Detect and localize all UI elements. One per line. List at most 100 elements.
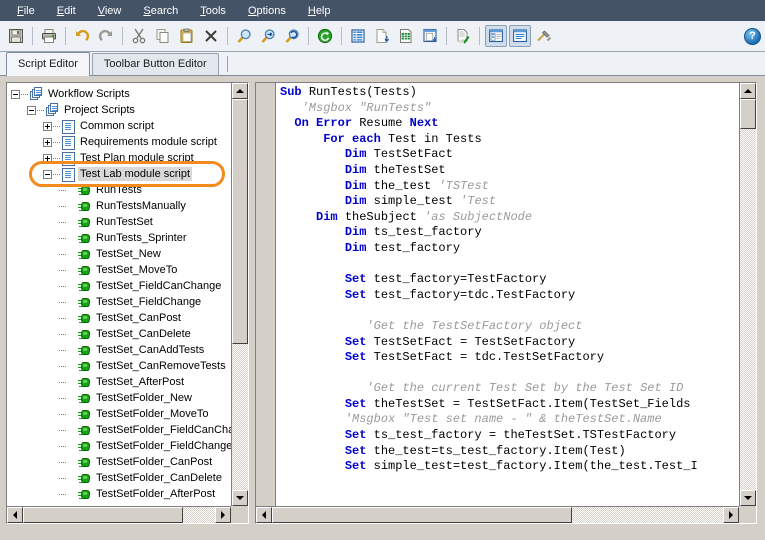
validate-icon[interactable]: [452, 25, 474, 47]
tree-node[interactable]: RunTests_Sprinter: [7, 230, 231, 246]
show-tree-pane-icon[interactable]: [485, 25, 507, 47]
tree-node[interactable]: Project Scripts: [7, 102, 231, 118]
tree-node[interactable]: TestSet_FieldChange: [7, 294, 231, 310]
tree-connector: [59, 462, 66, 463]
tree-collapse-icon[interactable]: [27, 106, 36, 115]
tree-connector: [21, 94, 28, 95]
tools-icon[interactable]: [533, 25, 555, 47]
menu-item-search[interactable]: Search: [132, 3, 189, 19]
menu-item-options[interactable]: Options: [237, 3, 297, 19]
tree-node[interactable]: TestSet_CanAddTests: [7, 342, 231, 358]
code-line: 'Get the current Test Set by the Test Se…: [280, 381, 739, 397]
tree-node[interactable]: TestSetFolder_FieldCanChange: [7, 422, 231, 438]
tree-node[interactable]: Common script: [7, 118, 231, 134]
code-scroll-right-button[interactable]: [723, 507, 739, 523]
tree-collapse-icon[interactable]: [11, 90, 20, 99]
tree-node[interactable]: Test Lab module script: [7, 166, 231, 182]
script-editor-window: FileEditViewSearchToolsOptionsHelp: [0, 0, 765, 540]
export-icon[interactable]: [371, 25, 393, 47]
tree-node[interactable]: TestSetFolder_AfterPost: [7, 486, 231, 502]
find-next-icon[interactable]: [257, 25, 279, 47]
help-button[interactable]: ?: [744, 28, 761, 45]
save-icon[interactable]: [5, 25, 27, 47]
menu-item-edit[interactable]: Edit: [46, 3, 87, 19]
delete-icon[interactable]: [200, 25, 222, 47]
refresh-icon[interactable]: [314, 25, 336, 47]
tree-hscroll-thumb[interactable]: [23, 507, 183, 523]
tree-node-label: Test Lab module script: [78, 167, 192, 181]
menu-item-tools[interactable]: Tools: [189, 3, 237, 19]
tree-expand-icon[interactable]: [43, 138, 52, 147]
tree-node[interactable]: Requirements module script: [7, 134, 231, 150]
menu-item-view[interactable]: View: [87, 3, 133, 19]
tree-expand-icon[interactable]: [43, 122, 52, 131]
tree-node[interactable]: TestSet_New: [7, 246, 231, 262]
tree-node[interactable]: Test Plan module script: [7, 150, 231, 166]
tree-node[interactable]: TestSet_CanRemoveTests: [7, 358, 231, 374]
code-line: Set TestSetFact = TestSetFactory: [280, 335, 739, 351]
code-vertical-scrollbar[interactable]: [739, 83, 756, 506]
code-text-run: [280, 335, 345, 349]
tree-node[interactable]: TestSet_AfterPost: [7, 374, 231, 390]
tab-script-editor[interactable]: Script Editor: [6, 52, 90, 76]
spreadsheet-icon[interactable]: [395, 25, 417, 47]
show-editor-pane-icon[interactable]: [509, 25, 531, 47]
code-keyword: Set: [345, 288, 374, 302]
code-vscroll-thumb[interactable]: [740, 99, 756, 129]
tree-collapse-icon[interactable]: [43, 170, 52, 179]
tree-node[interactable]: TestSetFolder_FieldChange: [7, 438, 231, 454]
code-horizontal-scrollbar[interactable]: [256, 506, 739, 523]
code-keyword: Set: [345, 444, 374, 458]
tree-node[interactable]: TestSetFolder_CanPost: [7, 454, 231, 470]
code-text-run: [280, 147, 345, 161]
print-icon[interactable]: [38, 25, 60, 47]
copy-icon[interactable]: [152, 25, 174, 47]
replace-icon[interactable]: [281, 25, 303, 47]
find-icon[interactable]: [233, 25, 255, 47]
tree-scroll-up-button[interactable]: [232, 83, 248, 99]
code-line: Sub RunTests(Tests): [280, 85, 739, 101]
tree-vscroll-thumb[interactable]: [232, 99, 248, 344]
document-icon: [61, 152, 75, 165]
tree-node[interactable]: Workflow Scripts: [7, 86, 231, 102]
tree-node[interactable]: RunTests: [7, 182, 231, 198]
tree-node[interactable]: TestSetFolder_New: [7, 390, 231, 406]
stack-icon: [45, 104, 59, 117]
code-editor[interactable]: Sub RunTests(Tests) 'Msgbox "RunTests" O…: [256, 83, 739, 506]
tree-expand-icon[interactable]: [43, 154, 52, 163]
tree-scroll-down-button[interactable]: [232, 490, 248, 506]
code-hscroll-thumb[interactable]: [272, 507, 572, 523]
code-text-run: [280, 412, 345, 426]
tree-horizontal-scrollbar[interactable]: [7, 506, 231, 523]
tree-node[interactable]: RunTestSet: [7, 214, 231, 230]
tree-node[interactable]: TestSet_CanPost: [7, 310, 231, 326]
list-icon[interactable]: [347, 25, 369, 47]
code-line: Set theTestSet = TestSetFact.Item(TestSe…: [280, 397, 739, 413]
tree-node[interactable]: TestSet_CanDelete: [7, 326, 231, 342]
code-text[interactable]: Sub RunTests(Tests) 'Msgbox "RunTests" O…: [276, 83, 739, 506]
tree-scroll-right-button[interactable]: [215, 507, 231, 523]
tree-node[interactable]: TestSetFolder_MoveTo: [7, 406, 231, 422]
tree-node[interactable]: TestSetFolder_CanDelete: [7, 470, 231, 486]
tree-node[interactable]: RunTestsManually: [7, 198, 231, 214]
code-comment: 'Get the current Test Set by the Test Se…: [366, 381, 683, 395]
code-line: [280, 366, 739, 382]
cut-icon[interactable]: [128, 25, 150, 47]
tree-node[interactable]: TestSet_MoveTo: [7, 262, 231, 278]
code-scroll-left-button[interactable]: [256, 507, 272, 523]
code-scroll-up-button[interactable]: [740, 83, 756, 99]
undo-icon[interactable]: [71, 25, 93, 47]
code-scroll-down-button[interactable]: [740, 490, 756, 506]
code-vscroll-track[interactable]: [740, 99, 756, 490]
menu-item-help[interactable]: Help: [297, 3, 342, 19]
tree-vertical-scrollbar[interactable]: [231, 83, 248, 506]
tree-node[interactable]: TestSet_FieldCanChange: [7, 278, 231, 294]
script-tree[interactable]: Workflow ScriptsProject ScriptsCommon sc…: [7, 83, 231, 506]
tree-scroll-left-button[interactable]: [7, 507, 23, 523]
window-import-icon[interactable]: [419, 25, 441, 47]
menu-item-file[interactable]: File: [6, 3, 46, 19]
redo-icon[interactable]: [95, 25, 117, 47]
paste-icon[interactable]: [176, 25, 198, 47]
toolbar: ?: [0, 21, 765, 52]
tab-toolbar-button-editor[interactable]: Toolbar Button Editor: [92, 53, 219, 75]
